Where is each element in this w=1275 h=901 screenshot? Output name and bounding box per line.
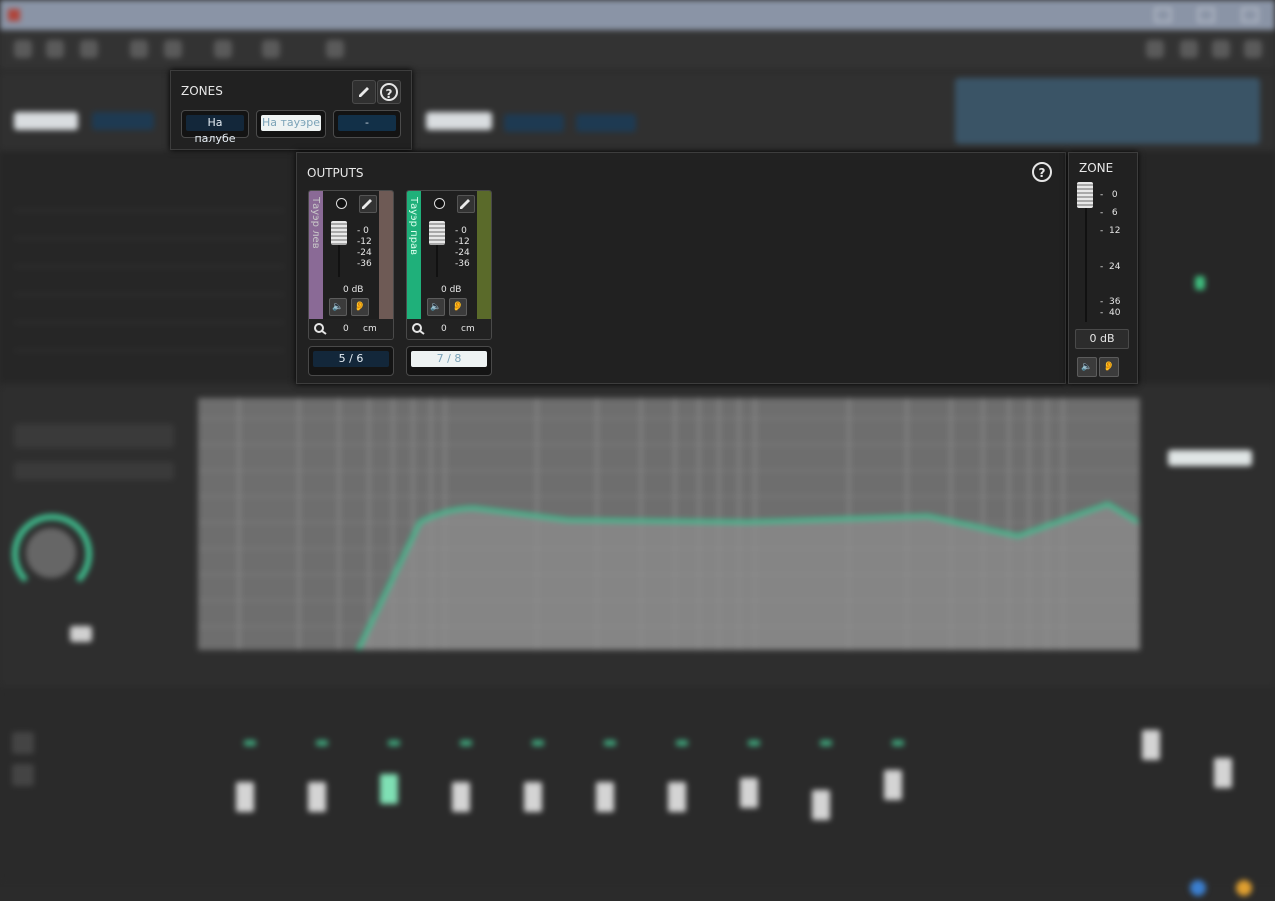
zone-mute-button[interactable]: 🔈: [1077, 357, 1097, 377]
help-icon: ?: [380, 83, 398, 101]
zone-button-empty[interactable]: -: [333, 110, 401, 138]
filter-box: [14, 424, 174, 448]
list-item[interactable]: [14, 224, 284, 239]
channel-gain: 0 dB: [343, 285, 364, 295]
toolbar-icon[interactable]: [262, 40, 280, 58]
delay-unit: cm: [461, 324, 475, 334]
toggle[interactable]: [70, 626, 92, 642]
list-item[interactable]: [14, 196, 284, 211]
mixer-area: [0, 690, 1275, 880]
channel-fader[interactable]: [429, 221, 445, 245]
list-item[interactable]: [14, 336, 284, 351]
zone-title: ZONE: [1079, 161, 1114, 175]
legend-item[interactable]: [1168, 450, 1252, 466]
toolbar-icon[interactable]: [214, 40, 232, 58]
preset-pill[interactable]: [576, 114, 636, 132]
list-item[interactable]: [14, 252, 284, 267]
pen-icon: [460, 199, 470, 209]
help-icon: ?: [1032, 162, 1052, 182]
output-pair-selector[interactable]: 7 / 8: [406, 346, 492, 376]
toolbar-icon[interactable]: [1146, 40, 1164, 58]
legend-panel: [1140, 386, 1275, 686]
outputs-help-button[interactable]: ?: [1032, 162, 1052, 182]
maximize-icon[interactable]: [1198, 8, 1214, 22]
eq-curve: [356, 501, 1142, 650]
channel-gain: 0 dB: [441, 285, 462, 295]
zone-fader[interactable]: [1077, 182, 1093, 208]
app-logo-icon: [8, 9, 20, 21]
mute-button[interactable]: 🔈: [329, 298, 347, 316]
zones-help-button[interactable]: ?: [377, 80, 401, 104]
preset-pill[interactable]: [92, 112, 154, 130]
listen-button[interactable]: 👂: [351, 298, 369, 316]
outputs-title: OUTPUTS: [307, 166, 364, 180]
toolbar-icon[interactable]: [1244, 40, 1262, 58]
delay-unit: cm: [363, 324, 377, 334]
title-bar: [0, 0, 1275, 30]
channel-name: Тауэр прав: [408, 197, 419, 256]
status-icon: [1236, 880, 1252, 896]
zone-button-label: На палубе: [186, 115, 244, 145]
pen-icon: [362, 199, 372, 209]
channel-edit-button[interactable]: [457, 195, 475, 213]
output-channel-1: Тауэр лев - 0 -12 -24 -36 0 dB 🔈 👂 0 cm: [308, 190, 394, 340]
preset-pill[interactable]: [426, 112, 492, 130]
toolbar-icon[interactable]: [14, 40, 32, 58]
mixer-icon[interactable]: [12, 732, 34, 754]
zone-button-tower[interactable]: На тауэре: [256, 110, 326, 138]
output-channel-2: Тауэр прав - 0 -12 -24 -36 0 dB 🔈 👂 0 cm: [406, 190, 492, 340]
toolbar-icon[interactable]: [164, 40, 182, 58]
minimize-icon[interactable]: [1155, 8, 1171, 22]
zone-listen-button[interactable]: 👂: [1099, 357, 1119, 377]
knob[interactable]: [26, 528, 76, 578]
record-icon[interactable]: [434, 198, 445, 209]
toolbar-icon[interactable]: [46, 40, 64, 58]
zone-button-label: -: [338, 115, 396, 131]
preset-pill[interactable]: [504, 114, 564, 132]
record-icon[interactable]: [336, 198, 347, 209]
delay-value[interactable]: 0: [343, 324, 349, 334]
indicator: [1195, 276, 1205, 290]
spectrum-panel: [1140, 152, 1275, 382]
status-icon: [1190, 880, 1206, 896]
zone-button-label: На тауэре: [261, 115, 321, 131]
filter-select[interactable]: [14, 462, 174, 480]
mute-button[interactable]: 🔈: [427, 298, 445, 316]
channel-fader[interactable]: [331, 221, 347, 245]
mixer-icon[interactable]: [12, 764, 34, 786]
toolbar-icon[interactable]: [326, 40, 344, 58]
delay-value[interactable]: 0: [441, 324, 447, 334]
channel-name: Тауэр лев: [310, 197, 321, 249]
list-item[interactable]: [14, 280, 284, 295]
toolbar-icon[interactable]: [80, 40, 98, 58]
preset-pill[interactable]: [14, 112, 78, 130]
close-icon[interactable]: [1242, 8, 1258, 22]
list-item[interactable]: [14, 308, 284, 323]
search-icon[interactable]: [412, 323, 426, 335]
zone-gain: 0 dB: [1075, 329, 1129, 349]
output-pair-selector[interactable]: 5 / 6: [308, 346, 394, 376]
toolbar-icon[interactable]: [1212, 40, 1230, 58]
toolbar: [0, 30, 1275, 71]
listen-button[interactable]: 👂: [449, 298, 467, 316]
channel-edit-button[interactable]: [359, 195, 377, 213]
pen-icon: [359, 87, 369, 97]
zones-title: ZONES: [181, 84, 223, 98]
channel-color-right: [477, 191, 491, 319]
zones-edit-button[interactable]: [352, 80, 376, 104]
output-pair-label: 5 / 6: [313, 351, 389, 367]
eq-graph[interactable]: [198, 398, 1142, 650]
device-chip: [955, 78, 1260, 144]
search-icon[interactable]: [314, 323, 328, 335]
zone-button-deck[interactable]: На палубе: [181, 110, 249, 145]
output-pair-label: 7 / 8: [411, 351, 487, 367]
toolbar-icon[interactable]: [1180, 40, 1198, 58]
toolbar-icon[interactable]: [130, 40, 148, 58]
channel-color-right: [379, 191, 393, 319]
